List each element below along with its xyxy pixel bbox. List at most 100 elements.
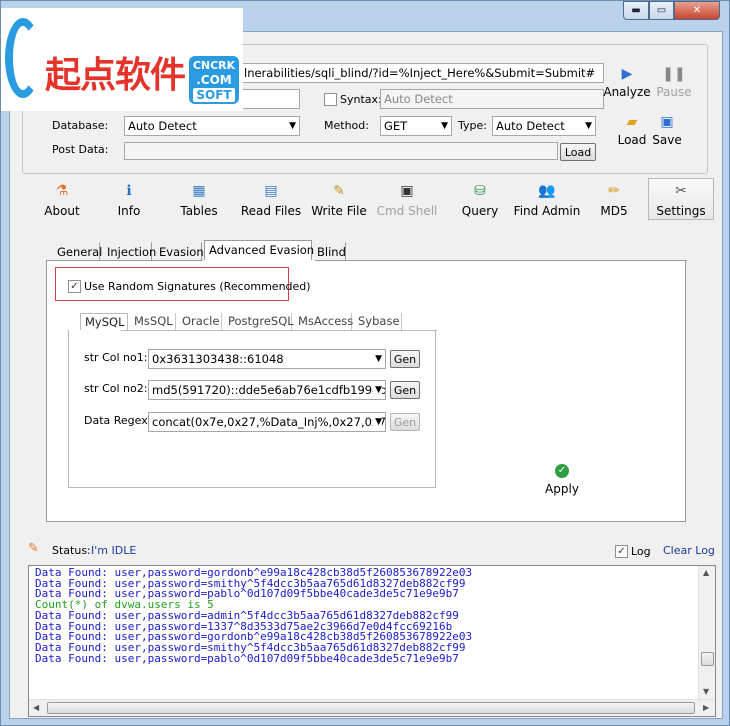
chevron-down-icon: ▼ [289,121,296,131]
logo-badge-line2: .COM [196,73,232,87]
main-panel: lnerabilities/sqli_blind/?id=%Inject_Her… [9,31,723,719]
db-tab-msaccess[interactable]: MsAccess [294,313,353,331]
analyze-button[interactable]: ▶ Analyze [603,65,650,99]
save-button[interactable]: ▣ Save [652,113,682,147]
gen-button[interactable]: Gen [390,350,420,368]
db-tab-sybase[interactable]: Sybase [354,313,402,331]
toolbar-find-admin-button[interactable]: 👥 Find Admin [512,182,582,224]
pause-icon: ❚❚ [662,66,686,82]
window-controls: ▬ ▭ ✕ [623,1,720,20]
tab-injection[interactable]: Injection [102,242,156,262]
toolbar-write-file-button[interactable]: ✎ Write File [311,182,367,224]
close-button[interactable]: ✕ [674,1,720,20]
status-label: Status: [52,544,91,557]
toolbar-about-button[interactable]: ⚗ About [42,182,82,224]
toolbar-md5-button[interactable]: ✏ MD5 [596,182,632,224]
method-select[interactable]: GET ▼ [380,116,452,136]
toolbar-label: MD5 [600,204,628,218]
toolbar-label: Query [461,204,499,218]
toolbar-read-files-button[interactable]: ▤ Read Files [241,182,301,224]
extra-input[interactable] [240,89,300,109]
tab-blind[interactable]: Blind [312,242,346,262]
db-tab-postgresql[interactable]: PostgreSQL [224,313,294,331]
syntax-input[interactable]: Auto Detect [380,89,604,109]
log-checkbox[interactable]: ✓ [615,545,628,558]
postdata-label: Post Data: [52,143,109,156]
watermark-logo: 起点软件 CNCRK .COM SOFT [1,8,243,111]
type-select[interactable]: Auto Detect ▼ [492,116,596,136]
logo-badge-line1: CNCRK [192,59,236,72]
pause-button[interactable]: ❚❚ Pause [654,65,694,99]
field-select[interactable]: md5(591720)::dde5e6ab76e1cdfb1994b8b983▼ [148,380,386,400]
field-label: str Col no2: [84,382,148,395]
load-button[interactable]: ▰ Load [618,113,647,147]
swirl-logo-icon [5,18,41,98]
log-lines: Data Found: user,password=gordonb^e99a18… [29,566,715,664]
url-input[interactable]: lnerabilities/sqli_blind/?id=%Inject_Her… [240,63,604,83]
toolbar-label: Cmd Shell [376,204,438,218]
db-tab-mssql[interactable]: MsSQL [130,313,176,331]
toolbar-label: Settings [656,204,706,218]
apply-button[interactable]: ✓ Apply [542,464,582,496]
gen-button[interactable]: Gen [390,381,420,399]
toolbar-info-button[interactable]: ℹ Info [110,182,148,224]
status-value: I'm IDLE [91,544,137,557]
table-icon: ▦ [192,183,206,199]
postdata-load-button[interactable]: Load [560,143,596,161]
field-value: 0x3631303438::61048 [152,352,284,366]
toolbar-cmd-shell-button[interactable]: ▣ Cmd Shell [376,182,438,224]
horizontal-scrollbar[interactable]: ◀ ▶ [29,699,715,716]
gen-button[interactable]: Gen [390,413,420,431]
app-window: ▬ ▭ ✕ lnerabilities/sqli_blind/?id=%Inje… [0,0,730,726]
scroll-left-icon[interactable]: ◀ [33,703,39,712]
write-icon: ✎ [333,183,345,199]
postdata-input[interactable] [124,142,558,160]
syntax-checkbox[interactable] [324,93,337,106]
toolbar-settings-button[interactable]: ✂ Settings [648,178,714,220]
field-value: md5(591720)::dde5e6ab76e1cdfb1994b8b983 [152,383,386,397]
minimize-button[interactable]: ▬ [623,1,649,20]
database-value: Auto Detect [128,119,197,133]
scroll-up-icon[interactable]: ▲ [703,568,709,577]
pause-label: Pause [656,85,692,99]
folder-icon: ▰ [626,114,638,130]
play-icon: ▶ [621,66,633,82]
hscroll-thumb[interactable] [47,702,695,714]
disk-icon: ▣ [660,114,674,130]
scroll-thumb[interactable] [701,652,714,666]
vertical-scrollbar[interactable]: ▲ ▼ [698,566,715,700]
type-value: Auto Detect [496,119,565,133]
type-label: Type: [458,119,487,132]
field-select[interactable]: concat(0x7e,0x27,%Data_Inj%,0x27,0x7e)::… [148,412,386,432]
random-signatures-checkbox[interactable]: ✓ [68,280,81,293]
method-value: GET [384,119,408,133]
scroll-right-icon[interactable]: ▶ [703,703,709,712]
log-line: Data Found: user,password=pablo^0d107d09… [35,651,459,665]
field-label: str Col no1: [84,351,148,364]
terminal-icon: ▣ [400,183,414,199]
field-select[interactable]: 0x3631303438::61048 ▼ [148,349,386,369]
brush-icon: ✏ [608,183,620,199]
status-icon: ✎ [28,541,39,556]
tab-general[interactable]: General [52,242,102,262]
database-select[interactable]: Auto Detect ▼ [124,116,300,136]
db-tab-oracle[interactable]: Oracle [178,313,222,331]
scroll-down-icon[interactable]: ▼ [703,687,709,696]
log-output[interactable]: Data Found: user,password=gordonb^e99a18… [28,565,716,717]
toolbar-query-button[interactable]: ⛁ Query [460,182,500,224]
log-label: Log [631,545,651,558]
syntax-label: Syntax: [340,93,382,106]
random-signatures-label: Use Random Signatures (Recommended) [84,280,311,293]
tab-advanced-evasion[interactable]: Advanced Evasion [204,240,314,262]
logo-badge-line3: SOFT [193,88,235,102]
db-tab-mysql[interactable]: MySQL [80,313,128,331]
clear-log-link[interactable]: Clear Log [663,544,715,558]
database-label: Database: [52,119,109,132]
toolbar-label: Find Admin [513,204,581,218]
maximize-button[interactable]: ▭ [649,1,674,20]
tab-evasion[interactable]: Evasion [154,242,204,262]
apply-label: Apply [545,482,579,496]
chevron-down-icon: ▼ [585,121,592,131]
toolbar-tables-button[interactable]: ▦ Tables [178,182,220,224]
toolbar-label: Write File [311,204,367,218]
